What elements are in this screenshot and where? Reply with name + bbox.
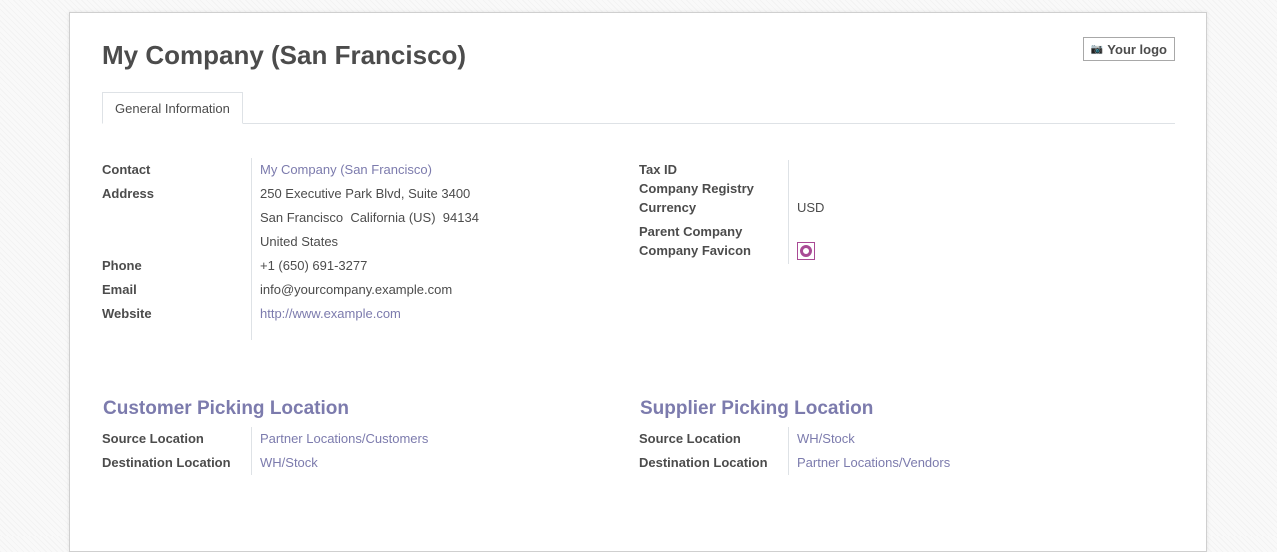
- page-title: My Company (San Francisco): [102, 40, 467, 70]
- website-row: Website http://www.example.com: [102, 302, 479, 340]
- phone-row: Phone +1 (650) 691-3277: [102, 254, 479, 278]
- phone-label: Phone: [102, 254, 252, 278]
- contact-link[interactable]: My Company (San Francisco): [252, 158, 432, 182]
- customer-destination-link[interactable]: WH/Stock: [252, 451, 318, 475]
- your-logo-label: Your logo: [1107, 41, 1167, 57]
- contact-info-group: Contact My Company (San Francisco) Addre…: [102, 158, 479, 340]
- email-row: Email info@yourcompany.example.com: [102, 278, 479, 302]
- tax-id-row: Tax ID: [639, 160, 824, 179]
- company-registry-value[interactable]: [789, 179, 797, 198]
- parent-company-value[interactable]: [789, 222, 797, 241]
- company-favicon-row: Company Favicon: [639, 241, 824, 264]
- company-favicon-value[interactable]: [789, 241, 815, 264]
- supplier-source-label: Source Location: [639, 427, 789, 451]
- customer-picking-group: Source Location Partner Locations/Custom…: [102, 427, 428, 475]
- tax-id-label: Tax ID: [639, 160, 789, 179]
- your-logo-button[interactable]: 📷 Your logo: [1082, 37, 1175, 61]
- contact-row: Contact My Company (San Francisco): [102, 158, 479, 182]
- customer-source-row: Source Location Partner Locations/Custom…: [102, 427, 428, 451]
- supplier-destination-link[interactable]: Partner Locations/Vendors: [789, 451, 950, 475]
- address-row: Address 250 Executive Park Blvd, Suite 3…: [102, 182, 479, 254]
- phone-value: +1 (650) 691-3277: [260, 258, 368, 273]
- camera-icon: 📷: [1090, 43, 1104, 55]
- company-favicon-label: Company Favicon: [639, 241, 789, 264]
- customer-picking-title: Customer Picking Location: [103, 398, 349, 419]
- currency-label: Currency: [639, 198, 789, 222]
- currency-value[interactable]: USD: [789, 198, 824, 222]
- supplier-destination-label: Destination Location: [639, 451, 789, 475]
- tabs-divider: [102, 123, 1175, 124]
- customer-destination-row: Destination Location WH/Stock: [102, 451, 428, 475]
- favicon-ring: [800, 245, 812, 257]
- supplier-destination-row: Destination Location Partner Locations/V…: [639, 451, 950, 475]
- address-line-3: United States: [260, 234, 339, 249]
- form-sheet: My Company (San Francisco) 📷 Your logo G…: [69, 12, 1207, 552]
- company-registry-label: Company Registry: [639, 179, 789, 198]
- company-registry-row: Company Registry: [639, 179, 824, 198]
- customer-destination-label: Destination Location: [102, 451, 252, 475]
- currency-row: Currency USD: [639, 198, 824, 222]
- address-label: Address: [102, 182, 252, 254]
- website-link[interactable]: http://www.example.com: [252, 302, 401, 340]
- contact-label: Contact: [102, 158, 252, 182]
- tax-id-value[interactable]: [789, 160, 797, 179]
- customer-source-label: Source Location: [102, 427, 252, 451]
- parent-company-label: Parent Company: [639, 222, 789, 241]
- address-value: 250 Executive Park Blvd, Suite 3400 San …: [252, 182, 479, 254]
- address-line-2: San Francisco California (US) 94134: [260, 210, 479, 225]
- supplier-picking-group: Source Location WH/Stock Destination Loc…: [639, 427, 950, 475]
- email-value: info@yourcompany.example.com: [260, 282, 453, 297]
- supplier-picking-title: Supplier Picking Location: [640, 398, 874, 419]
- favicon-circle-icon[interactable]: [797, 242, 815, 260]
- email-label: Email: [102, 278, 252, 302]
- customer-source-link[interactable]: Partner Locations/Customers: [252, 427, 428, 451]
- address-line-1: 250 Executive Park Blvd, Suite 3400: [260, 186, 471, 201]
- supplier-source-link[interactable]: WH/Stock: [789, 427, 855, 451]
- supplier-source-row: Source Location WH/Stock: [639, 427, 950, 451]
- tab-general-information[interactable]: General Information: [102, 92, 243, 124]
- website-label: Website: [102, 302, 252, 340]
- company-info-group: Tax ID Company Registry Currency USD Par…: [639, 160, 824, 264]
- parent-company-row: Parent Company: [639, 222, 824, 241]
